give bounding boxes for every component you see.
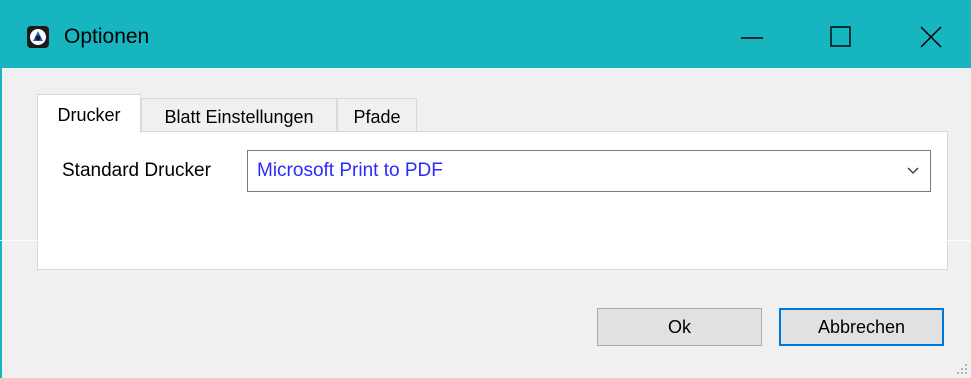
options-dialog: Optionen Drucker Blatt Einstellungen Pfa… — [0, 0, 971, 378]
standard-drucker-select[interactable]: Microsoft Print to PDF — [247, 150, 931, 192]
window-border — [0, 68, 2, 378]
standard-drucker-label: Standard Drucker — [62, 160, 211, 181]
tab-drucker-label: Drucker — [57, 105, 121, 125]
title-bar[interactable]: Optionen — [0, 0, 971, 68]
close-icon[interactable] — [908, 14, 954, 60]
tab-drucker[interactable]: Drucker — [37, 94, 141, 133]
app-icon — [27, 26, 49, 48]
cancel-button[interactable]: Abbrechen — [779, 308, 944, 346]
resize-grip-icon[interactable] — [955, 362, 969, 376]
tab-blatt-einstellungen-label: Blatt Einstellungen — [164, 107, 314, 127]
maximize-icon[interactable] — [818, 14, 864, 60]
ok-button[interactable]: Ok — [597, 308, 762, 346]
standard-drucker-value: Microsoft Print to PDF — [257, 160, 443, 181]
minimize-icon[interactable] — [729, 14, 775, 60]
tab-pfade-label: Pfade — [353, 107, 401, 127]
tab-blatt-einstellungen[interactable]: Blatt Einstellungen — [141, 98, 337, 132]
chevron-down-icon[interactable] — [906, 164, 920, 178]
tab-pfade[interactable]: Pfade — [337, 98, 417, 132]
divider — [0, 240, 971, 241]
window-title: Optionen — [64, 25, 150, 48]
